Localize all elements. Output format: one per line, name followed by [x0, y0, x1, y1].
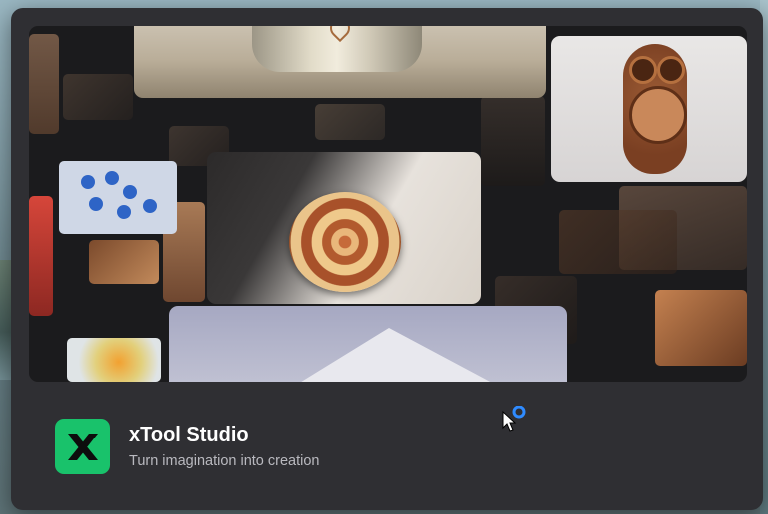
mandala-coin-image: [207, 152, 481, 304]
owl-clock-image: [551, 36, 747, 182]
collage-thumbnail: [655, 290, 747, 366]
app-tagline: Turn imagination into creation: [129, 453, 320, 469]
collage-thumbnail: [481, 96, 545, 186]
flower-thumbnail: [67, 338, 161, 382]
busy-cursor-icon: [502, 405, 532, 434]
hero-collage: [29, 26, 747, 382]
xtool-logo-icon: [55, 419, 110, 474]
splash-window: xTool Studio Turn imagination into creat…: [11, 8, 763, 510]
cup-image: [134, 26, 546, 98]
collage-thumbnail: [29, 196, 53, 316]
mountain-model-image: [169, 306, 567, 382]
collage-thumbnail: [315, 104, 385, 140]
collage-thumbnail: [63, 74, 133, 120]
app-title: xTool Studio: [129, 424, 249, 446]
app-info: xTool Studio Turn imagination into creat…: [55, 418, 475, 474]
collage-thumbnail: [89, 240, 159, 284]
blue-beads-thumbnail: [59, 161, 177, 234]
collage-thumbnail: [29, 34, 59, 134]
collage-thumbnail: [559, 210, 677, 274]
